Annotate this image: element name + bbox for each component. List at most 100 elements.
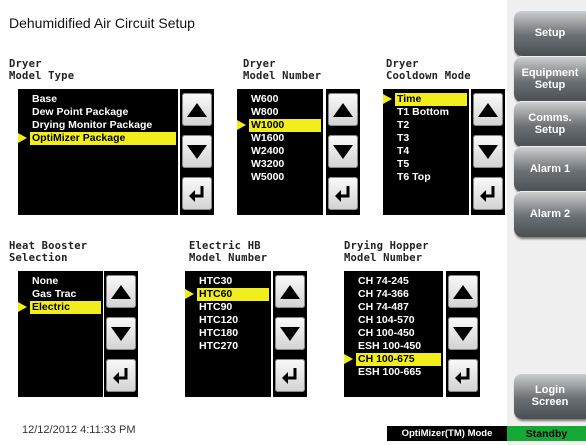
enter-icon <box>335 185 350 202</box>
status-badge: Standby <box>507 426 586 441</box>
dryer-model-type-buttons <box>180 89 214 215</box>
list-item[interactable]: T4 <box>383 145 469 158</box>
list-item[interactable]: CH 74-245 <box>344 275 443 288</box>
dryer-cooldown-mode-list[interactable]: Time T1 Bottom T2 T3 T4 T5 T6 Top <box>383 89 469 215</box>
dryer-model-number-enter-button[interactable] <box>328 177 358 210</box>
heat-booster-selection-up-button[interactable] <box>106 275 136 308</box>
list-item[interactable]: T2 <box>383 119 469 132</box>
equipment-setup-button-label: Equipment Setup <box>521 67 579 91</box>
dryer-model-number-buttons <box>326 89 360 215</box>
alarm-1-button[interactable]: Alarm 1 <box>514 146 586 192</box>
heat-booster-selection-label: Heat Booster Selection <box>9 240 88 264</box>
list-item[interactable]: HTC180 <box>185 327 271 340</box>
dryer-model-number-down-button[interactable] <box>328 135 358 168</box>
dryer-cooldown-mode-up-button[interactable] <box>473 93 503 126</box>
drying-hopper-model-number-label: Drying Hopper Model Number <box>344 240 429 264</box>
list-item[interactable]: HTC30 <box>185 275 271 288</box>
arrow-down-icon <box>478 144 498 159</box>
list-item-selected[interactable]: W1000 <box>237 119 321 132</box>
heat-booster-selection-list[interactable]: None Gas Trac Electric <box>18 271 103 397</box>
electric-hb-model-number-up-button[interactable] <box>275 275 305 308</box>
dryer-cooldown-mode-buttons <box>471 89 505 215</box>
alarm-1-button-label: Alarm 1 <box>529 163 571 175</box>
sidebar: Setup Equipment Setup Comms. Setup Alarm 1… <box>507 0 586 445</box>
list-item-selected[interactable]: Electric <box>18 301 101 314</box>
electric-hb-model-number-buttons <box>273 271 307 397</box>
list-item[interactable]: None <box>18 275 103 288</box>
list-item[interactable]: HTC270 <box>185 340 271 353</box>
equipment-setup-button[interactable]: Equipment Setup <box>514 56 586 102</box>
list-item-selected[interactable]: Time <box>383 93 467 106</box>
login-screen-button[interactable]: Login Screen <box>514 373 586 419</box>
arrow-down-icon <box>187 144 207 159</box>
list-item[interactable]: Dew Point Package <box>18 106 178 119</box>
enter-icon <box>189 185 204 202</box>
electric-hb-model-number-enter-button[interactable] <box>275 359 305 392</box>
dryer-model-type-list[interactable]: Base Dew Point Package Drying Monitor Pack… <box>18 89 178 215</box>
dryer-cooldown-mode-enter-button[interactable] <box>473 177 503 210</box>
arrow-up-icon <box>111 284 131 299</box>
list-item[interactable]: ESH 100-450 <box>344 340 443 353</box>
dryer-cooldown-mode-label: Dryer Cooldown Mode <box>386 58 471 82</box>
setup-button-label: Setup <box>534 27 566 39</box>
list-item[interactable]: HTC120 <box>185 314 271 327</box>
list-item-selected[interactable]: CH 100-675 <box>344 353 441 366</box>
arrow-up-icon <box>187 102 207 117</box>
comms-setup-button[interactable]: Comms. Setup <box>514 101 586 147</box>
enter-icon <box>480 185 495 202</box>
list-item[interactable]: Base <box>18 93 178 106</box>
drying-hopper-model-number-list[interactable]: CH 74-245 CH 74-366 CH 74-487 CH 104-570 CH … <box>344 271 443 397</box>
drying-hopper-model-number-up-button[interactable] <box>448 275 478 308</box>
list-item[interactable]: T1 Bottom <box>383 106 469 119</box>
dryer-model-number-label: Dryer Model Number <box>243 58 322 82</box>
electric-hb-model-number-label: Electric HB Model Number <box>189 240 268 264</box>
drying-hopper-model-number-enter-button[interactable] <box>448 359 478 392</box>
list-item[interactable]: T3 <box>383 132 469 145</box>
heat-booster-selection-enter-button[interactable] <box>106 359 136 392</box>
dryer-cooldown-mode-down-button[interactable] <box>473 135 503 168</box>
page-title: Dehumidified Air Circuit Setup <box>9 15 195 31</box>
electric-hb-model-number-list[interactable]: HTC30 HTC60 HTC90 HTC120 HTC180 HTC270 <box>185 271 271 397</box>
list-item-selected[interactable]: HTC60 <box>185 288 269 301</box>
dryer-model-type-up-button[interactable] <box>182 93 212 126</box>
dryer-model-type-enter-button[interactable] <box>182 177 212 210</box>
list-item[interactable]: CH 74-487 <box>344 301 443 314</box>
list-item[interactable]: W2400 <box>237 145 323 158</box>
drying-hopper-model-number-down-button[interactable] <box>448 317 478 350</box>
list-item[interactable]: W3200 <box>237 158 323 171</box>
list-item[interactable]: CH 100-450 <box>344 327 443 340</box>
main-panel: Dehumidified Air Circuit Setup Dryer Mod… <box>0 0 507 445</box>
comms-setup-button-label: Comms. Setup <box>528 112 572 136</box>
dryer-model-number-up-button[interactable] <box>328 93 358 126</box>
arrow-down-icon <box>280 326 300 341</box>
list-item[interactable]: W600 <box>237 93 323 106</box>
mode-indicator: OptiMizer(TM) Mode <box>387 426 507 441</box>
heat-booster-selection-down-button[interactable] <box>106 317 136 350</box>
list-item[interactable]: T6 Top <box>383 171 469 184</box>
arrow-up-icon <box>280 284 300 299</box>
dryer-model-type-down-button[interactable] <box>182 135 212 168</box>
setup-button[interactable]: Setup <box>514 10 586 56</box>
arrow-up-icon <box>478 102 498 117</box>
list-item-selected[interactable]: OptiMizer Package <box>18 132 176 145</box>
list-item[interactable]: HTC90 <box>185 301 271 314</box>
arrow-up-icon <box>453 284 473 299</box>
dryer-model-number-list[interactable]: W600 W800 W1000 W1600 W2400 W3200 W5000 <box>237 89 323 215</box>
alarm-2-button-label: Alarm 2 <box>529 208 571 220</box>
list-item[interactable]: Drying Monitor Package <box>18 119 178 132</box>
list-item[interactable]: Gas Trac <box>18 288 103 301</box>
drying-hopper-model-number-buttons <box>446 271 480 397</box>
list-item[interactable]: W5000 <box>237 171 323 184</box>
alarm-2-button[interactable]: Alarm 2 <box>514 191 586 237</box>
list-item[interactable]: W1600 <box>237 132 323 145</box>
login-screen-button-label: Login Screen <box>531 384 569 408</box>
list-item[interactable]: T5 <box>383 158 469 171</box>
list-item[interactable]: CH 104-570 <box>344 314 443 327</box>
enter-icon <box>113 367 128 384</box>
list-item[interactable]: CH 74-366 <box>344 288 443 301</box>
electric-hb-model-number-down-button[interactable] <box>275 317 305 350</box>
arrow-up-icon <box>333 102 353 117</box>
dryer-model-type-label: Dryer Model Type <box>9 58 75 82</box>
list-item[interactable]: W800 <box>237 106 323 119</box>
list-item[interactable]: ESH 100-665 <box>344 366 443 379</box>
